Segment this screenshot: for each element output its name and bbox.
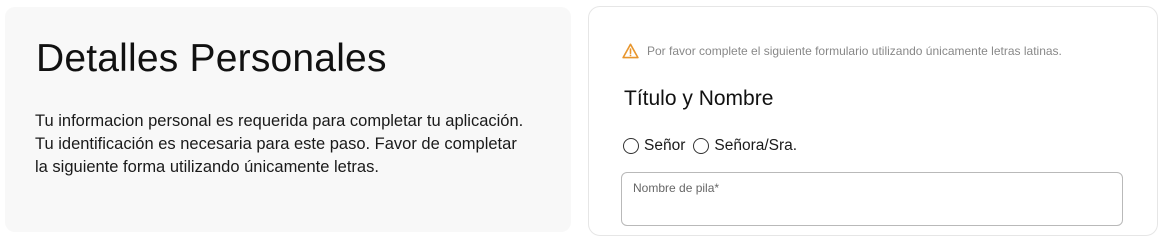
radio-label: Señor [644, 137, 686, 154]
radio-button[interactable] [623, 138, 639, 154]
first-name-field[interactable]: Nombre de pila* [621, 172, 1123, 226]
radio-label: Señora/Sra. [714, 137, 798, 154]
warning-triangle-icon [622, 43, 639, 59]
first-name-input[interactable] [632, 197, 1116, 219]
radio-senora[interactable]: Señora/Sra. [693, 137, 797, 155]
radio-button[interactable] [693, 138, 710, 154]
radio-senor[interactable]: Señor [623, 137, 685, 155]
warning-text: Por favor complete el siguiente formular… [647, 44, 1062, 58]
intro-line: Tu identificación es necesaria para este… [35, 135, 517, 153]
intro-line: Tu informacion personal es requerida par… [35, 112, 524, 130]
latin-letters-warning: Por favor complete el siguiente formular… [622, 43, 1062, 59]
intro-text: Tu informacion personal es requerida par… [35, 110, 555, 179]
personal-details-panel: Detalles Personales Tu informacion perso… [5, 7, 571, 232]
intro-line: la siguiente forma utilizando únicamente… [35, 158, 379, 176]
page-title: Detalles Personales [36, 37, 387, 80]
first-name-label: Nombre de pila* [633, 181, 720, 195]
title-radio-group: Señor Señora/Sra. [623, 137, 805, 155]
section-title: Título y Nombre [624, 87, 774, 110]
form-card: Por favor complete el siguiente formular… [588, 6, 1158, 236]
